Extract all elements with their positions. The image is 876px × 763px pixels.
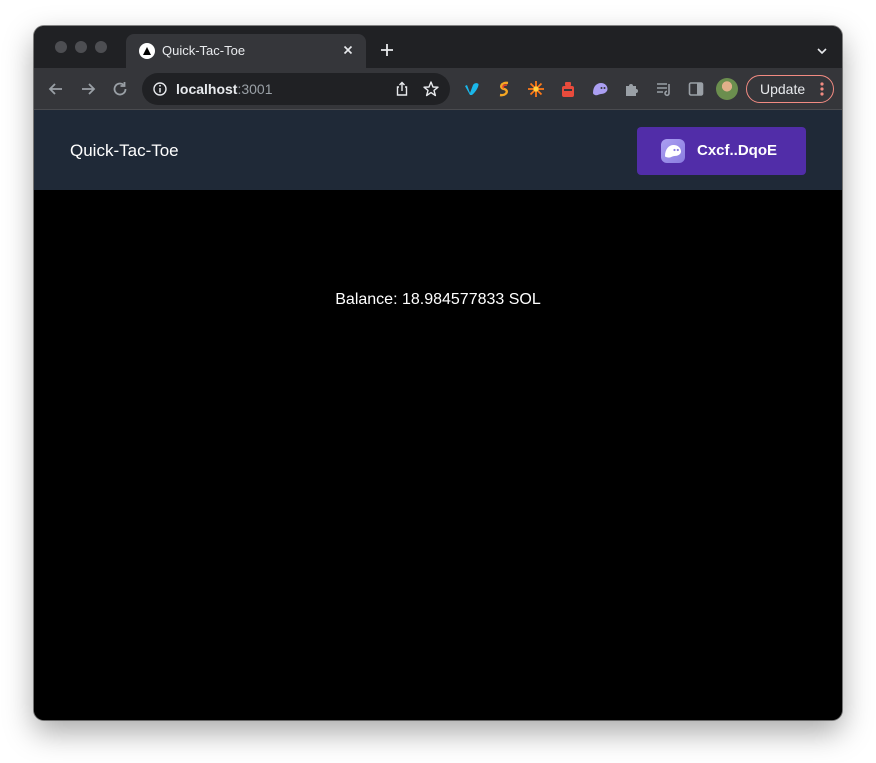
page-content: Quick-Tac-Toe Cxcf..DqoE Balance: 18.984… (34, 110, 842, 720)
new-tab-icon[interactable] (379, 42, 395, 58)
app-header: Quick-Tac-Toe Cxcf..DqoE (34, 110, 842, 190)
browser-window: Quick-Tac-Toe localhost:3001 Update Quic… (34, 26, 842, 720)
wallet-button[interactable]: Cxcf..DqoE (637, 127, 806, 175)
browser-toolbar: localhost:3001 Update (34, 68, 842, 110)
share-icon[interactable] (394, 81, 410, 97)
nextjs-triangle-icon (139, 43, 155, 59)
more-menu-icon[interactable] (820, 82, 824, 96)
minimize-window-button[interactable] (75, 41, 87, 53)
profile-avatar[interactable] (716, 78, 738, 100)
chevron-down-icon[interactable] (816, 44, 828, 56)
app-title: Quick-Tac-Toe (70, 141, 179, 160)
url-port: :3001 (237, 81, 273, 97)
forward-arrow-icon[interactable] (79, 80, 97, 98)
spark-icon[interactable] (527, 80, 545, 98)
url-text: localhost:3001 (176, 81, 273, 97)
update-label: Update (760, 81, 806, 97)
balance-text: Balance: 18.984577833 SOL (335, 291, 541, 308)
url-host: localhost (176, 81, 238, 97)
wallet-address: Cxcf..DqoE (697, 142, 778, 159)
close-tab-icon[interactable] (340, 42, 356, 58)
back-arrow-icon[interactable] (47, 80, 65, 98)
browser-tab[interactable]: Quick-Tac-Toe (126, 34, 366, 68)
tab-strip: Quick-Tac-Toe (34, 26, 842, 68)
site-info-icon[interactable] (152, 81, 168, 97)
reload-icon[interactable] (111, 80, 129, 98)
close-window-button[interactable] (55, 41, 67, 53)
vimeo-icon[interactable] (463, 80, 481, 98)
update-button[interactable]: Update (746, 75, 834, 103)
reading-list-icon[interactable] (655, 80, 673, 98)
side-panel-icon[interactable] (687, 80, 705, 98)
address-bar[interactable]: localhost:3001 (142, 73, 450, 105)
gas-pump-icon[interactable] (559, 80, 577, 98)
tab-title: Quick-Tac-Toe (162, 43, 246, 58)
phantom-icon (661, 139, 685, 163)
phantom-icon[interactable] (591, 80, 609, 98)
maximize-window-button[interactable] (95, 41, 107, 53)
puzzle-icon[interactable] (623, 80, 641, 98)
bookmark-star-icon[interactable] (422, 80, 440, 98)
swap-icon[interactable] (495, 80, 513, 98)
